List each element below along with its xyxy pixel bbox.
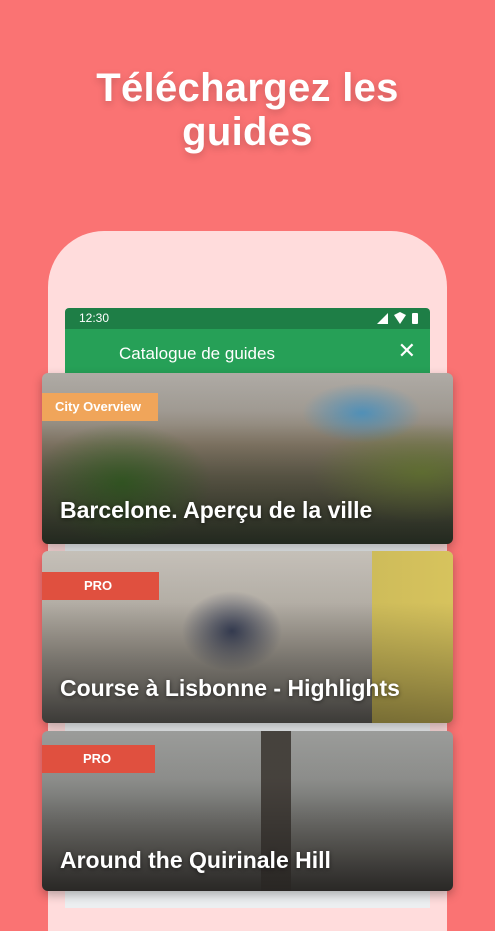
headline-line-2: guides (182, 110, 313, 154)
headline-line-1: Téléchargez les (96, 66, 399, 110)
guide-title: Around the Quirinale Hill (60, 847, 331, 873)
guide-badge: PRO (42, 572, 159, 600)
guide-title: Course à Lisbonne - Highlights (60, 675, 400, 701)
guide-badge: City Overview (42, 393, 158, 421)
guide-card-quirinale[interactable]: PRO Around the Quirinale Hill (42, 731, 453, 891)
signal-icon (377, 312, 388, 324)
guide-badge: PRO (42, 745, 155, 773)
guide-title: Barcelone. Aperçu de la ville (60, 497, 373, 523)
battery-icon (412, 312, 418, 324)
promo-headline: Téléchargez les guides (0, 66, 495, 154)
status-bar: 12:30 (65, 308, 430, 329)
guide-card-barcelona[interactable]: City Overview Barcelone. Aperçu de la vi… (42, 373, 453, 544)
app-bar: Catalogue de guides ✕ (65, 329, 430, 373)
wifi-icon (394, 312, 406, 324)
app-bar-title: Catalogue de guides (119, 344, 275, 363)
status-icons (377, 312, 418, 324)
status-time: 12:30 (79, 311, 110, 325)
guide-card-lisbon[interactable]: PRO Course à Lisbonne - Highlights (42, 551, 453, 723)
close-icon[interactable]: ✕ (398, 339, 416, 363)
